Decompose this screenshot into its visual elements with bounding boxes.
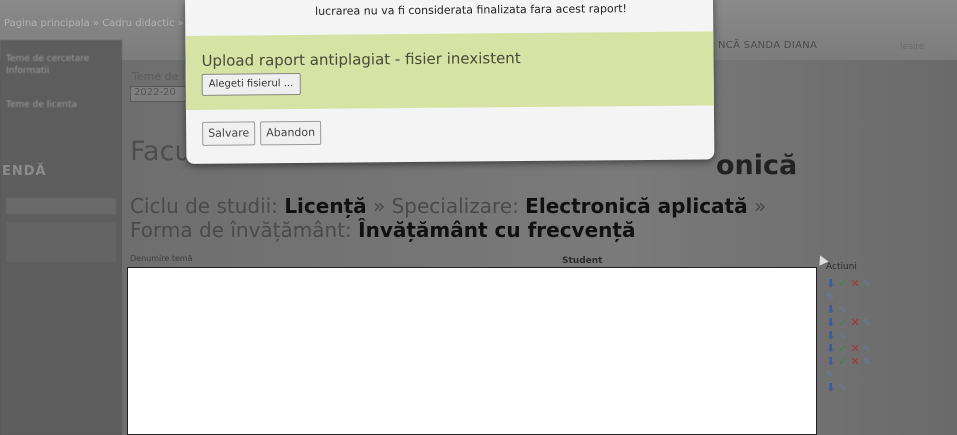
sidebar-block	[6, 222, 116, 262]
study-program-line: Ciclu de studii: Licență » Specializare:…	[130, 194, 830, 242]
upload-report-dialog: lucrarea nu va fi considerata finalizata…	[185, 0, 715, 164]
separator: »	[753, 194, 767, 218]
upload-label: Upload raport antiplagiat - fisier inexi…	[201, 49, 521, 70]
sidebar-link-informatii[interactable]: Informatii	[6, 66, 49, 77]
dialog-note: lucrarea nu va fi considerata finalizata…	[315, 2, 628, 18]
edit-icon[interactable]: ✎	[863, 318, 871, 329]
download-icon[interactable]: ⬇	[826, 342, 835, 355]
edit-icon[interactable]: ✎	[826, 370, 834, 381]
sidebar: Teme de cercetare Informatii Teme de lic…	[0, 40, 122, 435]
faculty-title: Facu	[130, 136, 192, 167]
edit-icon[interactable]: ✎	[863, 344, 871, 355]
delete-icon[interactable]: ✕	[850, 355, 859, 368]
themes-table-area	[127, 267, 817, 435]
choose-file-button[interactable]: Alegeti fisierul ...	[201, 72, 301, 96]
breadcrumb[interactable]: Pagina principala » Cadru didactic » S	[4, 18, 193, 29]
legend-heading: ENDĂ	[2, 164, 47, 179]
edit-icon[interactable]: ✎	[838, 383, 846, 394]
edit-icon[interactable]: ✎	[838, 305, 846, 316]
sidebar-link-teme-cercetare[interactable]: Teme de cercetare	[6, 54, 89, 65]
action-row: ⬇ ✎	[826, 381, 896, 394]
download-icon[interactable]: ⬇	[826, 381, 835, 394]
action-row: ⬇ ✓ ✕ ✎	[826, 277, 896, 290]
user-name: NCĂ SANDA DIANA	[718, 40, 818, 51]
download-icon[interactable]: ⬇	[826, 303, 835, 316]
column-header-student: Student	[562, 256, 603, 266]
edit-icon[interactable]: ✎	[863, 279, 871, 290]
action-row: ⬇ ✓ ✕ ✎	[826, 316, 896, 329]
year-select[interactable]: 2022-20	[130, 86, 186, 102]
delete-icon[interactable]: ✕	[850, 316, 859, 329]
spec-label: Specializare:	[391, 194, 519, 218]
download-icon[interactable]: ⬇	[826, 316, 835, 329]
action-row: ⬇ ✓ ✕ ✎	[826, 342, 896, 355]
edit-icon[interactable]: ✎	[838, 331, 846, 342]
action-row: ⬇ ✓ ✕ ✎	[826, 355, 896, 368]
form-label: Forma de învățământ:	[130, 218, 352, 242]
faculty-title-end: onică	[716, 150, 798, 181]
action-row: ✎	[826, 290, 896, 303]
sidebar-block	[6, 198, 116, 214]
action-row: ✎	[826, 368, 896, 381]
cancel-button[interactable]: Abandon	[260, 120, 322, 146]
action-row: ⬇ ✎	[826, 303, 896, 316]
check-icon[interactable]: ✓	[838, 342, 847, 355]
column-header-actiuni: Actiuni	[826, 262, 857, 272]
cycle-label: Ciclu de studii:	[130, 194, 278, 218]
download-icon[interactable]: ⬇	[826, 329, 835, 342]
delete-icon[interactable]: ✕	[850, 277, 859, 290]
logout-link[interactable]: Iesire	[900, 42, 924, 52]
cycle-value: Licență	[284, 194, 367, 218]
action-row: ⬇ ✎	[826, 329, 896, 342]
spec-value: Electronică aplicată	[525, 194, 748, 218]
form-value: Învățământ cu frecvență	[358, 218, 636, 242]
sidebar-link-teme-licenta[interactable]: Teme de licenta	[6, 100, 77, 111]
delete-icon[interactable]: ✕	[850, 342, 859, 355]
check-icon[interactable]: ✓	[838, 277, 847, 290]
column-header-denumire: Denumire temă	[130, 254, 193, 263]
check-icon[interactable]: ✓	[838, 355, 847, 368]
edit-icon[interactable]: ✎	[826, 292, 834, 303]
upload-row: Upload raport antiplagiat - fisier inexi…	[185, 31, 714, 110]
teme-label: Teme de	[132, 70, 179, 83]
save-button[interactable]: Salvare	[202, 121, 256, 146]
check-icon[interactable]: ✓	[838, 316, 847, 329]
edit-icon[interactable]: ✎	[863, 357, 871, 368]
separator: »	[373, 194, 386, 218]
actions-column: ⬇ ✓ ✕ ✎ ✎ ⬇ ✎ ⬇ ✓ ✕ ✎ ⬇ ✎ ⬇ ✓ ✕ ✎ ⬇ ✓ ✕ ✎ ✎ ⬇ ✎	[826, 277, 896, 394]
download-icon[interactable]: ⬇	[826, 355, 835, 368]
download-icon[interactable]: ⬇	[826, 277, 835, 290]
